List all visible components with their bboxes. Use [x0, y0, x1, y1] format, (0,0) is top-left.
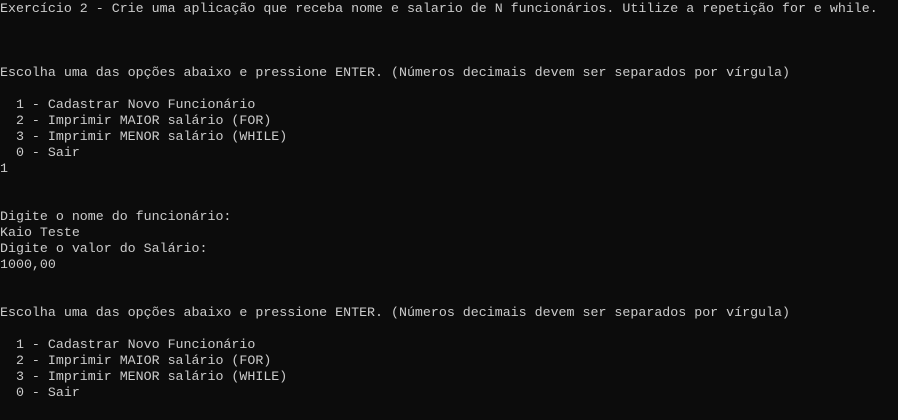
- menu-prompt-repeat: Escolha uma das opções abaixo e pression…: [0, 305, 790, 320]
- salary-prompt: Digite o valor do Salário:: [0, 241, 208, 256]
- menu-option-1: 1 - Cadastrar Novo Funcionário: [0, 97, 256, 112]
- name-input-value: Kaio Teste: [0, 225, 80, 240]
- menu-option-2-repeat: 2 - Imprimir MAIOR salário (FOR): [0, 353, 272, 368]
- menu-option-0-repeat: 0 - Sair: [0, 385, 80, 400]
- menu-option-0: 0 - Sair: [0, 145, 80, 160]
- salary-input-value: 1000,00: [0, 257, 56, 272]
- menu-option-2: 2 - Imprimir MAIOR salário (FOR): [0, 113, 272, 128]
- user-choice-input: 1: [0, 161, 8, 176]
- menu-prompt: Escolha uma das opções abaixo e pression…: [0, 65, 790, 80]
- menu-option-3: 3 - Imprimir MENOR salário (WHILE): [0, 129, 288, 144]
- exercise-title: Exercício 2 - Crie uma aplicação que rec…: [0, 1, 878, 16]
- menu-option-1-repeat: 1 - Cadastrar Novo Funcionário: [0, 337, 256, 352]
- console-window[interactable]: Exercício 2 - Crie uma aplicação que rec…: [0, 0, 898, 401]
- name-prompt: Digite o nome do funcionário:: [0, 209, 232, 224]
- menu-option-3-repeat: 3 - Imprimir MENOR salário (WHILE): [0, 369, 288, 384]
